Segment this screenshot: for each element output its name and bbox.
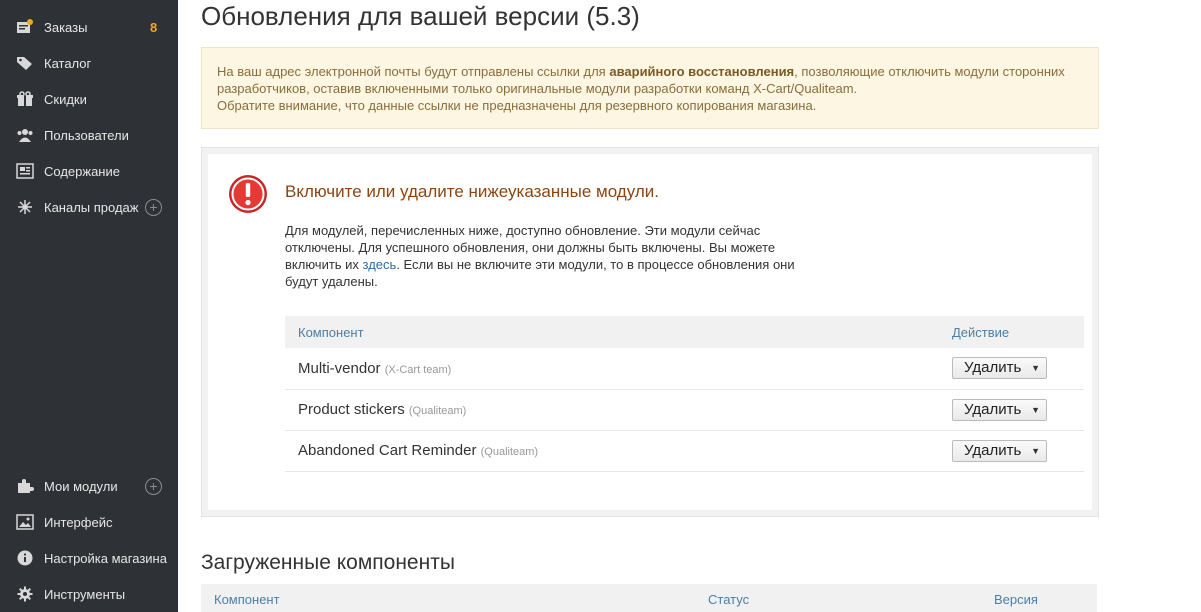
table-row: Multi-vendor (X-Cart team) Удалить ▼: [285, 348, 1084, 390]
puzzle-icon: [16, 478, 34, 494]
action-select-value: Удалить: [964, 359, 1022, 377]
sidebar-item-label: Интерфейс: [44, 514, 113, 530]
sidebar-item-tools[interactable]: Инструменты: [0, 576, 178, 612]
alert-bold-text: аварийного восстановления: [609, 64, 795, 79]
action-select[interactable]: Удалить ▼: [952, 439, 1047, 462]
sidebar-item-label: Инструменты: [44, 586, 126, 602]
orders-icon: [16, 19, 34, 35]
chevron-down-icon: ▼: [1031, 445, 1040, 456]
chevron-down-icon: ▼: [1031, 363, 1040, 374]
action-select[interactable]: Удалить ▼: [952, 357, 1047, 380]
column-header-action: Действие: [939, 316, 1084, 348]
sidebar: Заказы 8 Каталог Скидки Пользователи Сод…: [0, 0, 178, 612]
module-vendor: (Qualiteam): [480, 446, 539, 458]
info-icon: [16, 550, 34, 566]
sidebar-item-content[interactable]: Содержание: [0, 153, 178, 189]
users-icon: [16, 127, 34, 143]
sidebar-item-store-settings[interactable]: Настройка магазина: [0, 540, 178, 576]
sidebar-item-label: Мои модули: [44, 478, 118, 494]
column-header-component: Компонент: [214, 592, 280, 607]
action-select[interactable]: Удалить ▼: [952, 398, 1047, 421]
column-header-status: Статус: [708, 592, 750, 607]
gear-icon: [16, 586, 34, 602]
chevron-down-icon: ▼: [1031, 404, 1040, 415]
column-header-version: Версия: [994, 592, 1038, 607]
module-name: Abandoned Cart Reminder: [298, 442, 477, 459]
sidebar-item-sales-channels[interactable]: Каналы продаж +: [0, 189, 178, 225]
modules-warning-panel: Включите или удалите нижеуказанные модул…: [201, 147, 1099, 517]
downloaded-table-header: Компонент Статус Версия: [201, 584, 1097, 612]
gift-icon: [16, 91, 34, 107]
modules-table: Компонент Действие Multi-vendor (X-Cart …: [285, 316, 1084, 472]
page-title: Обновления для вашей версии (5.3): [201, 1, 640, 31]
sidebar-item-label: Содержание: [44, 163, 120, 179]
column-header-component: Компонент: [285, 316, 939, 348]
image-icon: [16, 514, 34, 530]
warning-icon: [228, 174, 268, 214]
warning-title: Включите или удалите нижеуказанные модул…: [285, 182, 659, 201]
sidebar-item-label: Каналы продаж: [44, 199, 139, 215]
table-row: Product stickers (Qualiteam) Удалить ▼: [285, 389, 1084, 431]
action-select-value: Удалить: [964, 441, 1022, 459]
content-icon: [16, 163, 34, 179]
sidebar-item-label: Заказы: [44, 19, 88, 35]
module-vendor: (X-Cart team): [384, 363, 452, 376]
sidebar-item-label: Настройка магазина: [44, 550, 167, 566]
sidebar-item-label: Скидки: [44, 91, 87, 107]
orders-count-badge: 8: [150, 19, 158, 35]
module-name: Multi-vendor: [298, 359, 381, 377]
add-module-button[interactable]: +: [145, 477, 162, 495]
sidebar-item-discounts[interactable]: Скидки: [0, 81, 178, 117]
main-content: Обновления для вашей версии (5.3) На ваш…: [178, 0, 1201, 612]
sidebar-item-my-modules[interactable]: Мои модули +: [0, 468, 178, 504]
alert-text: На ваш адрес электронной почты будут отп…: [217, 64, 610, 79]
sidebar-item-users[interactable]: Пользователи: [0, 117, 178, 153]
section-title: Загруженные компоненты: [201, 551, 455, 574]
alert-note: Обратите внимание, что данные ссылки не …: [217, 98, 817, 113]
info-alert: На ваш адрес электронной почты будут отп…: [201, 47, 1099, 129]
tag-icon: [16, 55, 34, 71]
enable-modules-link[interactable]: здесь: [363, 257, 397, 272]
sidebar-item-label: Каталог: [44, 55, 92, 71]
sidebar-item-catalog[interactable]: Каталог: [0, 45, 178, 81]
channels-icon: [16, 199, 34, 215]
module-vendor: (Qualiteam): [408, 405, 467, 417]
sidebar-item-label: Пользователи: [44, 127, 129, 143]
add-channel-button[interactable]: +: [145, 198, 162, 216]
sidebar-item-interface[interactable]: Интерфейс: [0, 504, 178, 540]
warning-text: Для модулей, перечисленных ниже, доступн…: [285, 222, 825, 290]
table-row: Abandoned Cart Reminder (Qualiteam) Удал…: [285, 430, 1084, 472]
sidebar-item-orders[interactable]: Заказы 8: [0, 9, 178, 45]
module-name: Product stickers: [298, 401, 405, 418]
action-select-value: Удалить: [964, 400, 1022, 418]
